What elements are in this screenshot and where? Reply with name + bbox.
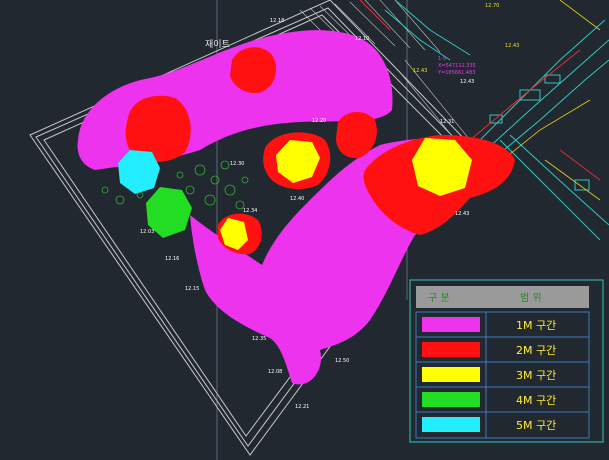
legend-swatch-1m [422,317,480,332]
legend-label-2m: 2M 구간 [516,344,556,357]
legend-swatch-5m [422,417,480,432]
mark-label: 12.43 [413,68,427,74]
coord-label: 1-5 [438,56,446,62]
legend-label-5m: 5M 구간 [516,419,556,432]
elevation-label: 12.10 [355,36,369,42]
elevation-label: 12.03 [140,229,154,235]
elevation-label: 12.18 [270,18,284,24]
elevation-label: 12.50 [335,358,349,364]
legend-swatch-3m [422,367,480,382]
elevation-label: 12.40 [290,196,304,202]
elevation-label: 12.43 [455,211,469,217]
cad-drawing-canvas[interactable]: 재이트 12.18 12.10 12.20 12.30 12.40 12.31 … [0,0,609,460]
mark-label: 12.43 [505,43,519,49]
legend: 구 분 범 위 1M 구간 2M 구간 3M 구간 4M 구간 5M 구간 [409,279,604,443]
elevation-label: 12.15 [185,286,199,292]
coord-x: X=547112.335 [438,63,476,69]
elevation-label: 12.34 [243,208,257,214]
mark-label: 12.70 [485,3,499,9]
elevation-label: 12.16 [165,256,179,262]
legend-header-left: 구 분 [428,292,450,304]
elevation-label: 12.21 [295,404,309,410]
elevation-label: 12.35 [252,336,266,342]
coordinate-note: 1-5 X=547112.335 Y=185661.483 [437,56,476,76]
legend-swatch-4m [422,392,480,407]
area-label: 재이트 [205,39,230,50]
legend-label-4m: 4M 구간 [516,394,556,407]
depth-zone-5m [118,150,160,194]
legend-swatch-2m [422,342,480,357]
legend-label-3m: 3M 구간 [516,369,556,382]
site-plan-svg: 재이트 12.18 12.10 12.20 12.30 12.40 12.31 … [29,0,609,460]
elevation-label: 12.30 [230,161,244,167]
legend-label-1m: 1M 구간 [516,319,556,332]
coord-y: Y=185661.483 [437,70,475,76]
elevation-label: 12.08 [268,369,282,375]
legend-header-right: 범 위 [520,291,542,304]
elevation-label: 12.31 [440,119,454,125]
elevation-label: 12.20 [312,118,326,124]
elevation-label: 12.43 [460,79,474,85]
